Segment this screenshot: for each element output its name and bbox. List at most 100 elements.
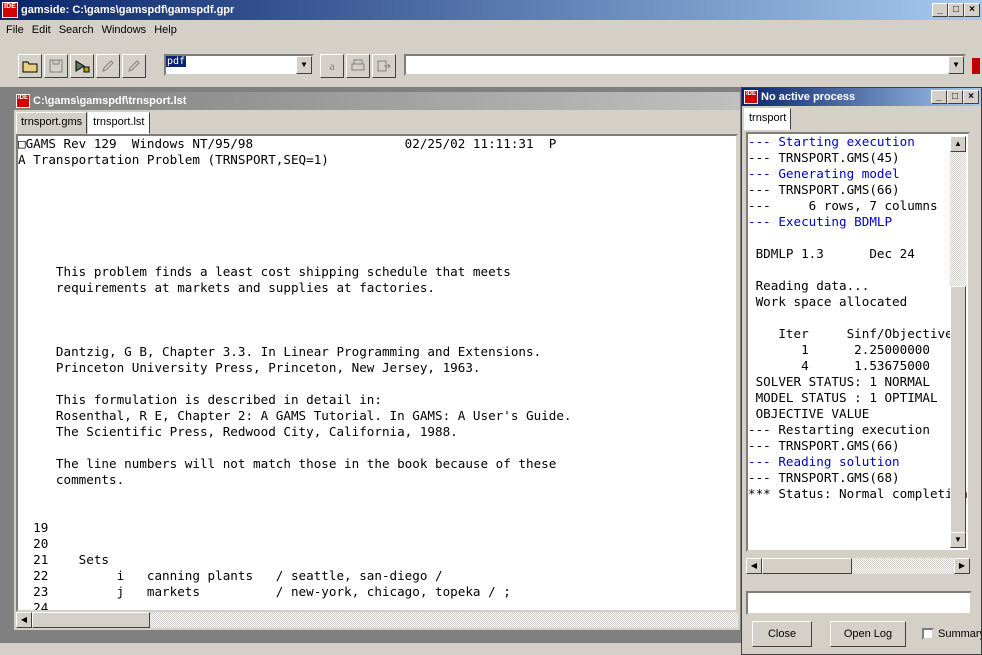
toolbar: pdf ▼ a ▼ [0,40,982,88]
menu-file[interactable]: File [6,24,24,36]
vertical-scrollbar[interactable]: ▲ ▼ [950,136,966,548]
process-log-line: Reading data... [748,278,870,293]
listing-tabs: trnsport.gms trnsport.lst [16,112,151,134]
process-log-line: 4 1.53675000 [748,358,930,373]
minimize-button[interactable]: _ [931,90,947,104]
scroll-thumb[interactable] [950,286,966,546]
marker-icon[interactable] [122,54,146,78]
listing-line: comments. [18,472,125,487]
menu-edit[interactable]: Edit [32,24,51,36]
horizontal-scrollbar[interactable]: ◀ [16,612,738,628]
listing-line: This problem finds a least cost shipping… [18,264,511,279]
listing-line: □GAMS Rev 129 Windows NT/95/98 02/25/02 … [18,136,557,151]
process-log-line: --- Reading solution [748,454,900,469]
scroll-right-icon[interactable]: ▶ [954,558,970,574]
process-log-line: MODEL STATUS : 1 OPTIMAL [748,390,938,405]
listing-line: 24 [18,600,49,612]
process-window-title-bar: IDE No active process _ □ × [742,88,981,106]
scroll-left-icon[interactable]: ◀ [16,612,32,628]
model-combo[interactable]: pdf ▼ [164,54,314,76]
process-log-line: SOLVER STATUS: 1 NORMAL [748,374,930,389]
close-button[interactable]: × [964,3,980,17]
chevron-down-icon[interactable]: ▼ [296,56,312,74]
tab-trnsport-gms[interactable]: trnsport.gms [16,112,88,134]
listing-line: This formulation is described in detail … [18,392,382,407]
process-horizontal-scrollbar[interactable]: ◀ ▶ [746,558,970,574]
process-window-title: No active process [761,91,856,103]
close-process-button[interactable]: Close [752,621,812,647]
listing-line: Rosenthal, R E, Chapter 2: A GAMS Tutori… [18,408,572,423]
maximize-button[interactable]: □ [947,90,963,104]
listing-line: 21 Sets [18,552,109,567]
summary-checkbox-group: Summary [922,628,982,640]
listing-line: 19 [18,520,49,535]
process-log-line: --- TRNSPORT.GMS(68) [748,470,900,485]
open-folder-icon[interactable] [18,54,42,78]
menu-search[interactable]: Search [59,24,94,36]
process-log-line: --- TRNSPORT.GMS(66) [748,182,900,197]
listing-line: 20 [18,536,49,551]
close-button[interactable]: × [963,90,979,104]
open-log-button[interactable]: Open Log [830,621,906,647]
gams-ide-icon: IDE [2,2,18,18]
listing-text-view[interactable]: □GAMS Rev 129 Windows NT/95/98 02/25/02 … [16,134,738,612]
maximize-button[interactable]: □ [948,3,964,17]
run-model-icon[interactable] [70,54,94,78]
menu-windows[interactable]: Windows [102,24,147,36]
listing-window-title-bar: IDE C:\gams\gamspdf\trnsport.lst [14,92,740,110]
minimize-button[interactable]: _ [932,3,948,17]
combo-value: pdf [166,56,187,67]
process-log-line: BDMLP 1.3 Dec 24 [748,246,915,261]
chevron-down-icon[interactable]: ▼ [948,56,964,74]
process-window: IDE No active process _ □ × trnsport ***… [741,87,982,655]
gams-ide-icon: IDE [16,94,30,108]
process-log-line: --- Restarting execution [748,422,930,437]
app-title: gamside: C:\gams\gamspdf\gamspdf.gpr [21,4,235,16]
summary-checkbox[interactable] [922,628,934,640]
export-icon[interactable] [372,54,396,78]
highlight-pen-icon[interactable] [96,54,120,78]
listing-line: 23 j markets / new-york, chicago, topeka… [18,584,511,599]
process-log-line: --- Starting execution [748,134,915,149]
process-log-line: Iter Sinf/Objective [748,326,953,341]
process-tabs: trnsport [744,108,792,130]
process-log-line: --- Executing BDMLP [748,214,893,229]
process-log-line: --- TRNSPORT.GMS(45) [748,150,900,165]
process-input-field[interactable] [746,591,972,615]
listing-window-title: C:\gams\gamspdf\trnsport.lst [33,95,187,107]
listing-line: The line numbers will not match those in… [18,456,557,471]
listing-line: requirements at markets and supplies at … [18,280,436,295]
app-title-bar: IDE gamside: C:\gams\gamspdf\gamspdf.gpr… [0,0,982,20]
scroll-thumb[interactable] [762,558,852,574]
process-log-line: --- TRNSPORT.GMS(66) [748,438,900,453]
save-icon[interactable] [44,54,68,78]
summary-label: Summary [938,628,982,640]
listing-line: Princeton University Press, Princeton, N… [18,360,481,375]
font-button[interactable]: a [320,54,344,78]
command-combo[interactable]: ▼ [404,54,966,76]
process-log-line: *** Status: Normal completion [748,486,968,501]
process-log-line: OBJECTIVE VALUE [748,406,870,421]
menu-help[interactable]: Help [154,24,177,36]
scroll-thumb[interactable] [32,612,150,628]
process-log[interactable]: *** Status: Normal completion --- TRNSPOR… [746,132,970,552]
tab-trnsport-lst[interactable]: trnsport.lst [88,112,150,134]
gams-ide-icon: IDE [744,90,758,104]
process-log-line: 1 2.25000000 [748,342,930,357]
scroll-down-icon[interactable]: ▼ [950,532,966,548]
status-bar [0,643,741,655]
listing-line: A Transportation Problem (TRNSPORT,SEQ=1… [18,152,329,167]
process-log-line: Work space allocated [748,294,908,309]
listing-line: Dantzig, G B, Chapter 3.3. In Linear Pro… [18,344,542,359]
process-log-line: --- Generating model [748,166,900,181]
scroll-left-icon[interactable]: ◀ [746,558,762,574]
listing-line: The Scientific Press, Redwood City, Cali… [18,424,458,439]
tab-trnsport[interactable]: trnsport [744,108,792,130]
scroll-up-icon[interactable]: ▲ [950,136,966,152]
print-icon[interactable] [346,54,370,78]
ms-logo-icon [972,54,980,78]
menu-bar: File Edit Search Windows Help [0,20,982,40]
listing-line: 22 i canning plants / seattle, san-diego… [18,568,443,583]
listing-window: IDE C:\gams\gamspdf\trnsport.lst trnspor… [13,91,741,631]
process-log-line: --- 6 rows, 7 columns [748,198,938,213]
